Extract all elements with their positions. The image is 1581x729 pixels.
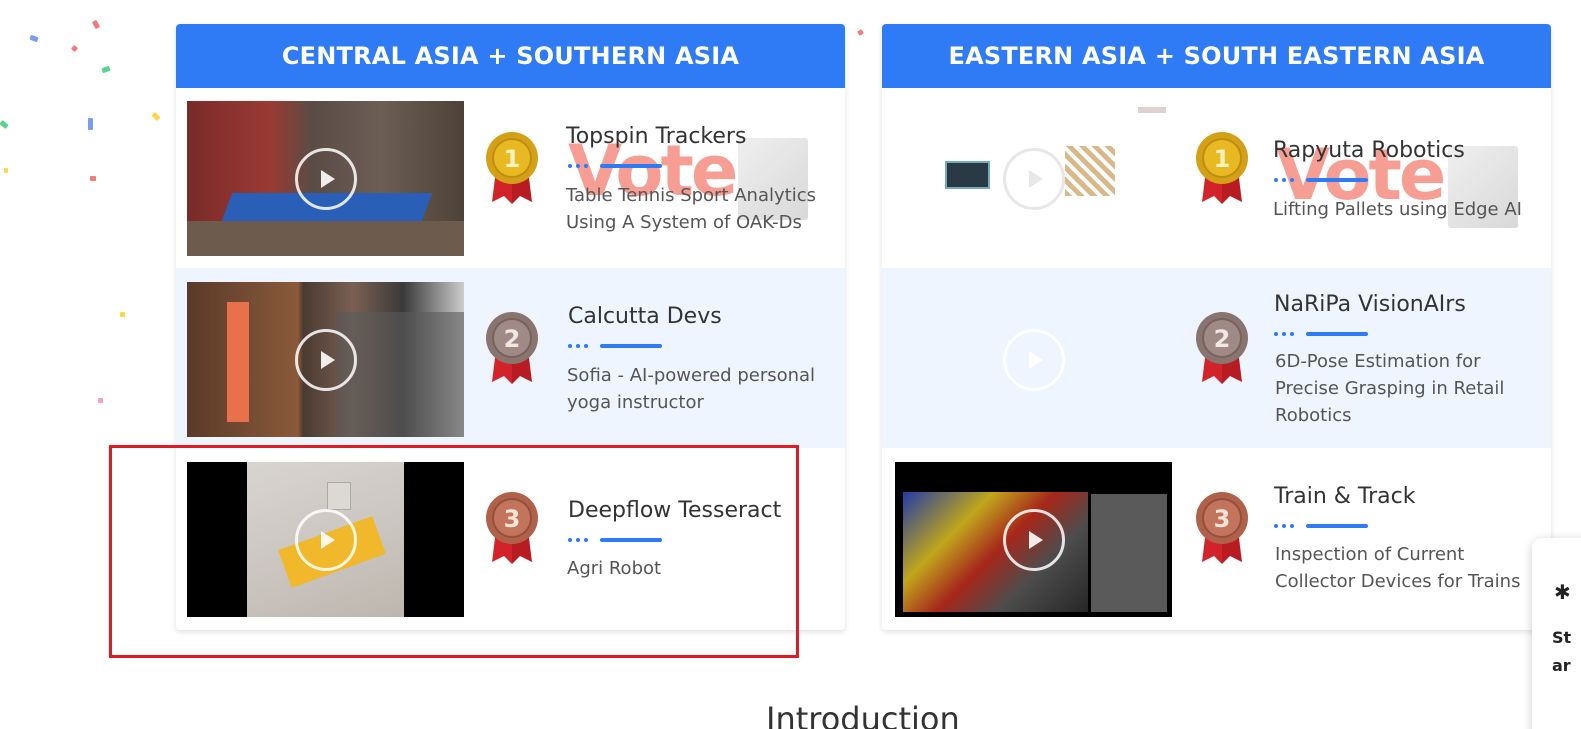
region-panel-eastern-southeastern-asia: EASTERN ASIA + SOUTH EASTERN ASIA 1 Vote… bbox=[882, 24, 1551, 630]
title-divider bbox=[568, 164, 664, 168]
project-description: 6D-Pose Estimation for Precise Grasping … bbox=[1275, 351, 1505, 426]
video-thumbnail[interactable] bbox=[895, 101, 1172, 256]
title-divider bbox=[568, 344, 664, 348]
winner-entry: 2 NaRiPa VisionAIrs 6D-Pose Estimation f… bbox=[882, 268, 1551, 448]
gold-medal-icon: 1 bbox=[1196, 132, 1248, 204]
team-name: Topspin Trackers bbox=[566, 124, 747, 149]
project-description: Inspection of Current Collector Devices … bbox=[1275, 544, 1521, 592]
project-description: Table Tennis Sport Analytics Using A Sys… bbox=[566, 185, 816, 233]
panel-title: EASTERN ASIA + SOUTH EASTERN ASIA bbox=[882, 24, 1551, 88]
video-thumbnail[interactable] bbox=[187, 101, 464, 256]
play-icon[interactable] bbox=[294, 328, 357, 391]
svg-text:3: 3 bbox=[1214, 505, 1231, 533]
gold-medal-icon: 1 bbox=[486, 132, 538, 204]
team-name: Rapyuta Robotics bbox=[1273, 138, 1465, 163]
paw-icon: ✱ bbox=[1554, 580, 1571, 604]
team-name: Calcutta Devs bbox=[568, 304, 722, 329]
video-thumbnail[interactable] bbox=[895, 282, 1172, 437]
svg-text:2: 2 bbox=[1214, 325, 1231, 353]
team-name: NaRiPa VisionAIrs bbox=[1274, 292, 1466, 317]
silver-medal-icon: 2 bbox=[1196, 312, 1248, 384]
silver-medal-icon: 2 bbox=[486, 312, 538, 384]
side-card-text: St bbox=[1552, 628, 1572, 647]
panel-title: CENTRAL ASIA + SOUTHERN ASIA bbox=[176, 24, 845, 88]
svg-text:1: 1 bbox=[1214, 145, 1231, 173]
bronze-medal-icon: 3 bbox=[1196, 492, 1248, 564]
title-divider bbox=[1274, 332, 1370, 336]
title-divider bbox=[1274, 524, 1370, 528]
project-description: Lifting Pallets using Edge AI bbox=[1273, 199, 1522, 220]
title-divider bbox=[1274, 178, 1370, 182]
winner-entry: 2 Calcutta Devs Sofia - AI-powered perso… bbox=[176, 268, 845, 448]
highlight-box bbox=[109, 445, 799, 658]
side-popup-card[interactable]: ✱ St ar bbox=[1532, 538, 1581, 729]
winner-entry: 1 Vote Topspin Trackers Table Tennis Spo… bbox=[176, 88, 845, 268]
winner-entry: 1 Vote Rapyuta Robotics Lifting Pallets … bbox=[882, 88, 1551, 268]
video-thumbnail[interactable] bbox=[187, 282, 464, 437]
winner-entry: 3 Train & Track Inspection of Current Co… bbox=[882, 448, 1551, 628]
play-icon[interactable] bbox=[294, 147, 357, 210]
svg-text:1: 1 bbox=[504, 145, 521, 173]
play-icon[interactable] bbox=[1002, 508, 1065, 571]
play-icon[interactable] bbox=[1002, 328, 1065, 391]
team-name: Train & Track bbox=[1274, 484, 1416, 509]
section-heading: Introduction bbox=[766, 700, 960, 729]
svg-text:2: 2 bbox=[504, 325, 521, 353]
side-card-text: ar bbox=[1552, 656, 1571, 675]
project-description: Sofia - AI-powered personal yoga instruc… bbox=[567, 365, 816, 413]
video-thumbnail[interactable] bbox=[895, 462, 1172, 617]
play-icon[interactable] bbox=[1002, 147, 1065, 210]
